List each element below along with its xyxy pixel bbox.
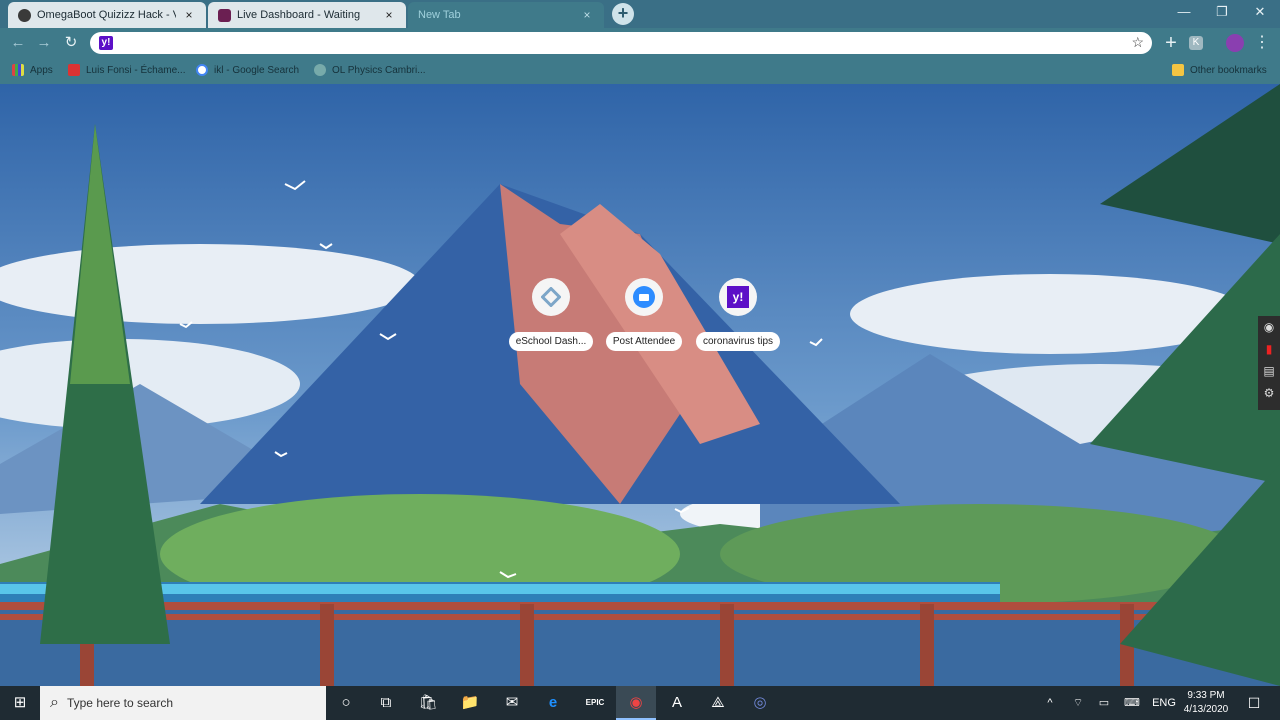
profile-avatar[interactable] (1226, 34, 1244, 52)
tab-live-dashboard[interactable]: Live Dashboard - Waiting × (208, 2, 406, 28)
close-tab-icon[interactable]: × (382, 8, 396, 22)
tab-new-tab[interactable]: New Tab × (408, 2, 604, 28)
search-icon: ⌕ (50, 694, 59, 711)
chrome-icon[interactable]: ◉ (616, 686, 656, 720)
taskbar-clock[interactable]: 9:33 PM 4/13/2020 (1176, 689, 1236, 717)
yahoo-icon: y! (719, 278, 757, 316)
folder-icon (1172, 64, 1184, 76)
search-placeholder: Type here to search (66, 696, 174, 710)
file-explorer-icon[interactable]: 📁 (450, 686, 490, 720)
bookmark-label: OL Physics Cambri... (332, 64, 426, 76)
eschool-icon (532, 278, 570, 316)
browser-toolbar: ← → ↻ y! ☆ + K ⋮ (0, 28, 1280, 58)
language-indicator[interactable]: ENG (1150, 686, 1178, 720)
shortcut-label: eSchool Dash... (508, 332, 594, 351)
bookmark-apps[interactable]: Apps (12, 64, 53, 76)
close-tab-icon[interactable]: × (580, 8, 594, 22)
screen: OmegaBoot Quizizz Hack - V2 R × Live Das… (0, 0, 1280, 720)
bookmark-luis-fonsi[interactable]: Luis Fonsi - Échame... (68, 64, 185, 76)
tab-title: New Tab (418, 9, 461, 21)
network-icon[interactable]: ⌔ (1068, 686, 1088, 720)
tab-strip: OmegaBoot Quizizz Hack - V2 R × Live Das… (0, 0, 1280, 28)
keyboard-icon[interactable]: ⌨ (1120, 686, 1144, 720)
extension-k-icon[interactable]: K (1189, 36, 1203, 50)
clock-date: 4/13/2020 (1183, 704, 1229, 715)
discord-icon[interactable]: ◎ (740, 686, 780, 720)
apps-grid-icon (12, 64, 24, 76)
github-icon (18, 8, 31, 22)
forward-button[interactable]: → (34, 34, 54, 52)
new-tab-button[interactable]: + (612, 3, 634, 25)
battery-icon[interactable]: ▭ (1094, 686, 1114, 720)
tab-title: Live Dashboard - Waiting (237, 9, 361, 21)
restore-button[interactable]: ❐ (1204, 0, 1240, 26)
bookmark-label: ikl - Google Search (214, 64, 300, 76)
task-view-icon[interactable]: ⧉ (366, 686, 406, 720)
bookmark-label: Other bookmarks (1190, 64, 1267, 76)
shortcut-eschool[interactable]: eSchool Dash... (501, 278, 601, 351)
zoom-icon (625, 278, 663, 316)
google-icon (196, 64, 208, 76)
yahoo-glyph: y! (727, 286, 749, 308)
shortcut-label: coronavirus tips (695, 332, 781, 351)
bookmark-label: Luis Fonsi - Échame... (86, 64, 186, 76)
tab-title: OmegaBoot Quizizz Hack - V2 R (37, 9, 176, 21)
minimize-button[interactable]: — (1166, 0, 1202, 26)
menu-icon[interactable]: ⋮ (1253, 34, 1271, 52)
tab-omegaboot[interactable]: OmegaBoot Quizizz Hack - V2 R × (8, 2, 206, 28)
yahoo-icon: y! (99, 36, 113, 50)
youtube-icon (68, 64, 80, 76)
bookmark-other[interactable]: Other bookmarks (1172, 64, 1267, 76)
start-button[interactable]: ⊞ (0, 686, 40, 720)
bookmark-star-icon[interactable]: ☆ (1131, 34, 1144, 51)
close-tab-icon[interactable]: × (182, 8, 196, 22)
close-window-button[interactable]: ✕ (1242, 0, 1278, 26)
site-icon (314, 64, 326, 76)
notifications-icon[interactable]: ☐ (1242, 686, 1266, 720)
back-button[interactable]: ← (8, 34, 28, 52)
show-hidden-icons[interactable]: ^ (1040, 686, 1060, 720)
bookmarks-bar: Apps Luis Fonsi - Échame... ikl - Google… (0, 58, 1280, 84)
reload-button[interactable]: ↻ (61, 34, 81, 52)
assassins-creed-icon[interactable]: ⟁ (698, 686, 738, 720)
camera-icon[interactable]: ◉ (1258, 316, 1280, 338)
app-a-icon[interactable]: A (657, 686, 697, 720)
cortana-icon[interactable]: ○ (326, 686, 366, 720)
shortcut-coronavirus-tips[interactable]: y! coronavirus tips (688, 278, 788, 351)
store-icon[interactable]: 🛍 (408, 686, 448, 720)
settings-icon[interactable]: ⚙ (1258, 382, 1280, 404)
mail-icon[interactable]: ✉ (492, 686, 532, 720)
shortcut-label: Post Attendee (605, 332, 683, 351)
taskbar-search-box[interactable]: ⌕ Type here to search (40, 686, 326, 720)
add-extension-icon[interactable]: + (1162, 33, 1180, 53)
shortcut-post-attendee[interactable]: Post Attendee (594, 278, 694, 351)
bookmark-physics[interactable]: OL Physics Cambri... (314, 64, 426, 76)
bookmark-label: Apps (30, 64, 53, 76)
address-bar[interactable]: y! ☆ (90, 32, 1152, 54)
gallery-icon[interactable]: ▤ (1258, 360, 1280, 382)
bookmark-google-search[interactable]: ikl - Google Search (196, 64, 299, 76)
new-tab-background (0, 84, 1280, 686)
screen-recorder-toolbar: ◉ ▮ ▤ ⚙ (1258, 316, 1280, 410)
record-icon[interactable]: ▮ (1258, 338, 1280, 360)
quizizz-icon (218, 8, 231, 22)
epic-games-icon[interactable]: EPIC (575, 686, 615, 720)
edge-icon[interactable]: e (533, 686, 573, 720)
mountain-landscape-image (0, 84, 1280, 686)
clock-time: 9:33 PM (1187, 690, 1225, 701)
windows-taskbar: ⊞ ⌕ Type here to search ○ ⧉ 🛍 📁 ✉ e EPIC… (0, 686, 1280, 720)
